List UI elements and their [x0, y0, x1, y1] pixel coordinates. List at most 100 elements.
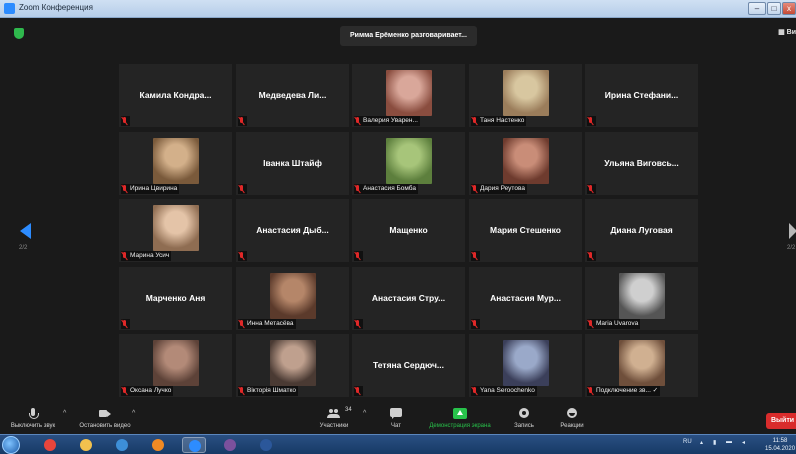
page-indicator-left: 2/2	[19, 245, 28, 251]
participant-name: Таня Настенко	[480, 117, 525, 124]
muted-mic-icon	[355, 117, 361, 125]
next-page-arrow-icon[interactable]	[789, 223, 796, 239]
participant-tile[interactable]: Анастасия Мур...	[469, 267, 582, 330]
explorer-icon	[80, 439, 92, 451]
zoom-icon	[189, 440, 201, 452]
participant-name-label	[238, 116, 247, 126]
close-button[interactable]: x	[782, 2, 796, 15]
participant-name-label: Maria Uvarova	[587, 319, 641, 329]
taskbar-app-chrome[interactable]	[38, 437, 62, 453]
participant-tile[interactable]: Ирина Цвирина	[119, 132, 232, 195]
share-screen-label: Демонстрация экрана	[429, 423, 491, 429]
language-indicator[interactable]: RU	[683, 439, 692, 445]
taskbar-app-media[interactable]	[146, 437, 170, 453]
clock-date: 15.04.2020	[765, 446, 796, 452]
muted-mic-icon	[588, 185, 594, 193]
taskbar-app-ie[interactable]	[110, 437, 134, 453]
participants-caret-icon[interactable]: ^	[363, 410, 366, 417]
muted-mic-icon	[355, 252, 361, 260]
participant-tile[interactable]: Анастасия Бомба	[352, 132, 465, 195]
stop-video-label: Остановить видео	[79, 423, 131, 429]
participant-tile[interactable]: Медведева Ли...	[236, 64, 349, 127]
participant-tile[interactable]: Yana Seroochenko	[469, 334, 582, 397]
participant-name-label	[471, 251, 480, 261]
participant-name-label	[471, 319, 480, 329]
taskbar-app-zoom[interactable]	[182, 437, 206, 453]
page-indicator-right: 2/2	[787, 245, 796, 251]
share-screen-button[interactable]: Демонстрация экрана	[420, 408, 500, 429]
participant-video	[153, 205, 199, 251]
participant-tile[interactable]: Maria Uvarova	[585, 267, 698, 330]
audio-options-caret-icon[interactable]: ^	[63, 410, 66, 417]
participant-tile[interactable]: Подключение зв... ✓	[585, 334, 698, 397]
maximize-button[interactable]: □	[767, 2, 781, 15]
participant-display-name: Марченко Аня	[145, 293, 206, 303]
participant-tile[interactable]: Іванка Штайф	[236, 132, 349, 195]
meeting-controls: Выключить звук ^ Остановить видео ^ Учас…	[0, 406, 796, 434]
minimize-button[interactable]: –	[748, 2, 766, 15]
network-icon[interactable]: ▮	[713, 439, 716, 446]
muted-mic-icon	[122, 117, 128, 125]
participant-name-label: Инна Метасёва	[238, 319, 296, 329]
view-toggle[interactable]: ▦ Ви	[778, 28, 796, 36]
participant-tile[interactable]: Дария Реутова	[469, 132, 582, 195]
participant-name-label: Марина Усич	[121, 251, 172, 261]
participant-tile[interactable]: Марина Усич	[119, 199, 232, 262]
taskbar-app-explorer[interactable]	[74, 437, 98, 453]
stop-video-button[interactable]: Остановить видео	[75, 408, 135, 429]
participant-name-label: Валерия Уварен...	[354, 116, 420, 126]
participant-name: Подключение зв... ✓	[596, 387, 659, 394]
participant-video	[386, 70, 432, 116]
participants-icon	[327, 408, 341, 420]
muted-mic-icon	[355, 387, 361, 395]
mute-button[interactable]: Выключить звук	[5, 408, 61, 429]
participant-name-label: Оксана Лучко	[121, 386, 174, 396]
chat-button[interactable]: Чат	[384, 408, 408, 429]
window-title: Zoom Конференция	[19, 3, 93, 12]
participant-tile[interactable]: Тетяна Сердюч...	[352, 334, 465, 397]
previous-page-arrow-icon[interactable]	[20, 223, 31, 239]
viber-icon	[224, 439, 236, 451]
participant-tile[interactable]: Мария Стешенко	[469, 199, 582, 262]
window-titlebar: Zoom Конференция – □ x	[0, 0, 796, 18]
muted-mic-icon	[239, 117, 245, 125]
microphone-icon	[26, 408, 40, 420]
tray-chevron-icon[interactable]: ▴	[700, 439, 703, 446]
muted-mic-icon	[588, 320, 594, 328]
participant-video	[503, 340, 549, 386]
participant-tile[interactable]: Вікторія Шматко	[236, 334, 349, 397]
participant-video	[270, 273, 316, 319]
participant-tile[interactable]: Камила Кондра...	[119, 64, 232, 127]
reactions-button[interactable]: Реакции	[555, 408, 589, 429]
participant-tile[interactable]: Анастасия Стру...	[352, 267, 465, 330]
active-speaker-banner: Римма Ерёменко разговаривает...	[340, 26, 477, 46]
video-options-caret-icon[interactable]: ^	[132, 410, 135, 417]
taskbar-app-viber[interactable]	[218, 437, 242, 453]
reactions-smiley-icon	[565, 408, 579, 420]
taskbar-app-word[interactable]	[254, 437, 278, 453]
participant-tile[interactable]: Диана Луговая	[585, 199, 698, 262]
participant-tile[interactable]: Анастасия Дыб...	[236, 199, 349, 262]
security-shield-icon[interactable]	[14, 28, 24, 39]
participant-tile[interactable]: Ирина Стефани...	[585, 64, 698, 127]
participant-display-name: Тетяна Сердюч...	[373, 360, 444, 370]
battery-icon[interactable]: ▬	[726, 439, 732, 445]
leave-meeting-button[interactable]: Выйти	[766, 413, 796, 429]
chat-label: Чат	[391, 423, 401, 429]
participant-tile[interactable]: Ульяна Виговсь...	[585, 132, 698, 195]
participant-name-label: Вікторія Шматко	[238, 386, 299, 396]
participant-tile[interactable]: Марченко Аня	[119, 267, 232, 330]
volume-icon[interactable]: ◂	[742, 439, 745, 446]
participant-tile[interactable]: Инна Метасёва	[236, 267, 349, 330]
participant-tile[interactable]: Оксана Лучко	[119, 334, 232, 397]
participant-name-label	[121, 116, 130, 126]
participant-tile[interactable]: Валерия Уварен...	[352, 64, 465, 127]
participant-tile[interactable]: Мащенко	[352, 199, 465, 262]
system-clock[interactable]: 11:58 15.04.2020	[765, 437, 795, 453]
record-button[interactable]: Запись	[509, 408, 539, 429]
record-label: Запись	[514, 423, 534, 429]
start-button-icon[interactable]	[2, 436, 20, 454]
participant-tile[interactable]: Таня Настенко	[469, 64, 582, 127]
participant-display-name: Камила Кондра...	[139, 90, 212, 100]
participant-name-label	[587, 184, 596, 194]
